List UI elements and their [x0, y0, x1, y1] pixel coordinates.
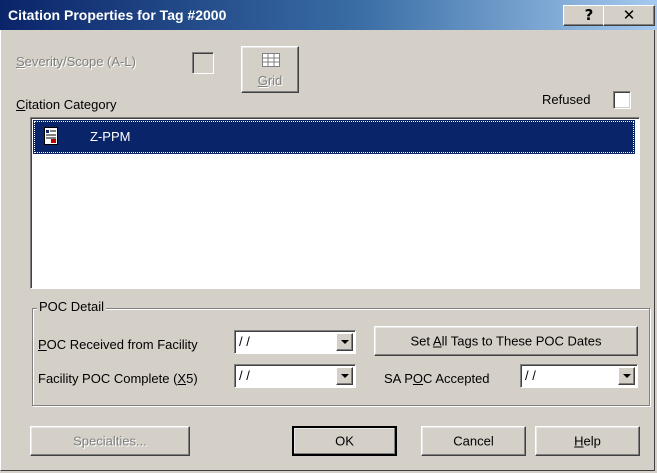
help-button[interactable]: Help [535, 426, 640, 456]
grid-icon [262, 53, 280, 67]
cancel-button[interactable]: Cancel [421, 426, 526, 456]
sa-poc-accepted-label: SA POC Accepted [384, 371, 490, 386]
citation-category-list[interactable]: Z-PPM [30, 117, 640, 289]
list-item[interactable]: Z-PPM [33, 120, 635, 154]
poc-received-value: / / [239, 334, 250, 349]
poc-detail-group [32, 308, 650, 406]
specialties-button[interactable]: Specialties... [30, 426, 190, 456]
close-icon[interactable]: ✕ [603, 5, 655, 26]
ok-label: OK [335, 433, 354, 449]
citation-category-label: Citation Category [16, 97, 117, 112]
poc-detail-legend: POC Detail [37, 299, 107, 314]
cancel-label: Cancel [453, 433, 494, 449]
poc-received-label: POC Received from Facility [38, 337, 198, 352]
severity-scope-label: Severity/Scope (A-L) [16, 54, 136, 69]
specialties-label: Specialties... [73, 433, 147, 449]
refused-label: Refused [542, 92, 591, 107]
poc-received-combo[interactable]: / / [234, 330, 356, 354]
sa-poc-accepted-combo[interactable]: / / [520, 364, 638, 388]
chevron-down-icon[interactable] [336, 333, 353, 351]
facility-poc-complete-label: Facility POC Complete (X5) [38, 371, 198, 386]
document-icon [44, 127, 58, 145]
sa-poc-accepted-value: / / [525, 368, 536, 383]
set-all-tags-label: Set All Tags to These POC Dates [410, 333, 602, 349]
ok-button[interactable]: OK [292, 426, 397, 456]
grid-button-label: Grid [257, 73, 283, 88]
chevron-down-icon[interactable] [336, 367, 353, 385]
facility-poc-complete-value: / / [239, 368, 250, 383]
refused-checkbox[interactable] [613, 91, 631, 109]
list-item-label: Z-PPM [90, 129, 131, 144]
help-label: Help [574, 433, 601, 449]
facility-poc-complete-combo[interactable]: / / [234, 364, 356, 388]
window-title: Citation Properties for Tag #2000 [8, 7, 227, 23]
severity-scope-field [192, 52, 214, 74]
chevron-down-icon[interactable] [618, 367, 635, 385]
set-all-tags-button[interactable]: Set All Tags to These POC Dates [374, 326, 638, 356]
title-bar[interactable]: Citation Properties for Tag #2000 ? ✕ [0, 0, 657, 30]
grid-button[interactable]: Grid [241, 46, 299, 93]
